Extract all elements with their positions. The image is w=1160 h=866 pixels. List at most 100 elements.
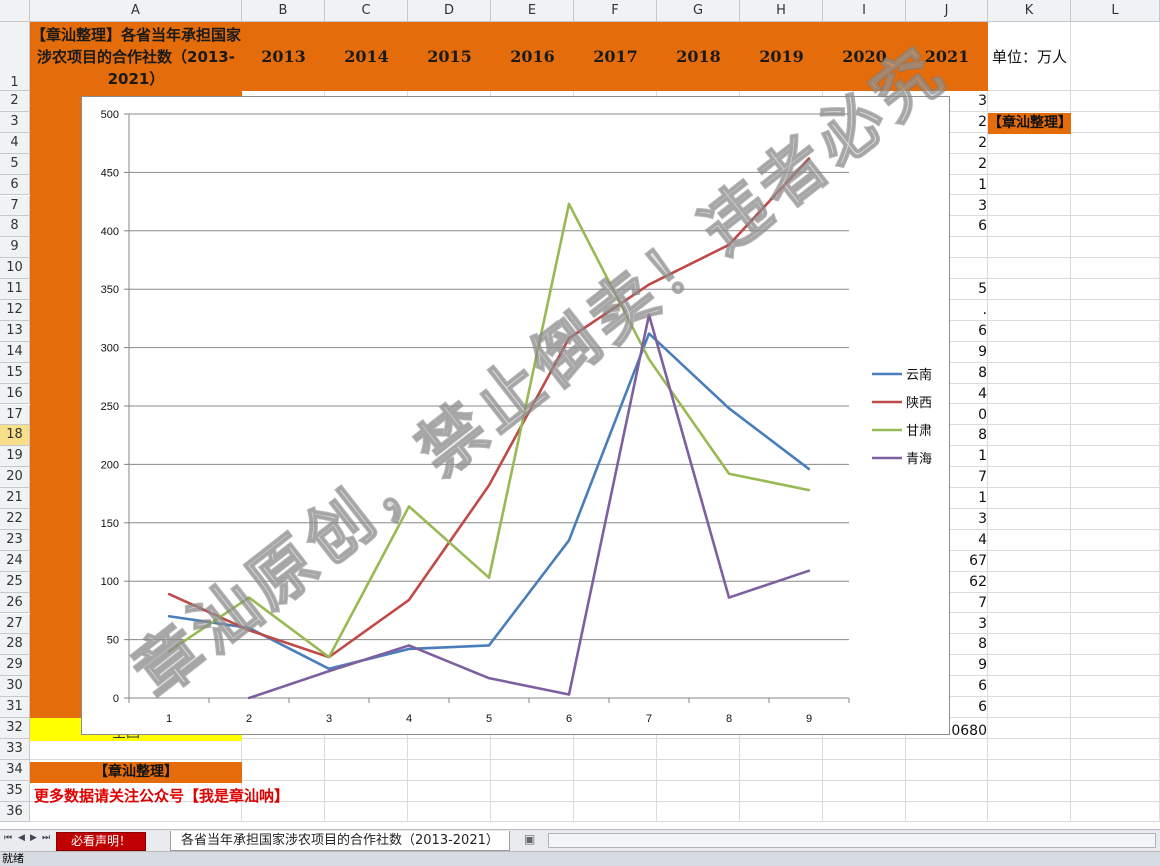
row-header[interactable]: 31: [0, 697, 30, 718]
cell[interactable]: [657, 759, 740, 781]
cell[interactable]: [1071, 655, 1160, 677]
row-header[interactable]: 5: [0, 153, 30, 175]
column-header[interactable]: C: [325, 0, 408, 22]
row-header[interactable]: 33: [0, 738, 30, 760]
cell[interactable]: [1071, 22, 1160, 91]
cell[interactable]: [242, 759, 325, 781]
cell[interactable]: [408, 801, 491, 823]
cell[interactable]: [1071, 425, 1160, 447]
row-header[interactable]: 29: [0, 655, 30, 677]
cell[interactable]: [325, 780, 408, 802]
cell[interactable]: [740, 801, 823, 823]
cell[interactable]: [988, 467, 1071, 489]
row-header[interactable]: 26: [0, 592, 30, 614]
cell[interactable]: [325, 801, 408, 823]
cell[interactable]: [1071, 237, 1160, 259]
row-header[interactable]: 34: [0, 759, 30, 781]
cell[interactable]: [1071, 216, 1160, 238]
cell[interactable]: [988, 132, 1071, 154]
cell[interactable]: [906, 738, 988, 760]
row-header[interactable]: 21: [0, 488, 30, 509]
cell[interactable]: [1071, 153, 1160, 175]
cell[interactable]: [574, 801, 657, 823]
cell[interactable]: [988, 759, 1071, 781]
row-header[interactable]: 9: [0, 237, 30, 259]
cell[interactable]: [988, 509, 1071, 530]
row-header[interactable]: 27: [0, 613, 30, 635]
cell[interactable]: [988, 404, 1071, 426]
column-header[interactable]: J: [906, 0, 988, 22]
cell[interactable]: [988, 383, 1071, 405]
cell[interactable]: [988, 550, 1071, 572]
cell[interactable]: [988, 780, 1071, 802]
cell[interactable]: [657, 780, 740, 802]
cell[interactable]: [574, 759, 657, 781]
cell[interactable]: [1071, 467, 1160, 489]
column-header[interactable]: G: [657, 0, 740, 22]
cell[interactable]: [988, 91, 1071, 112]
cell[interactable]: [1071, 362, 1160, 384]
row-header[interactable]: 14: [0, 341, 30, 363]
cell[interactable]: [1071, 571, 1160, 593]
cell[interactable]: [1071, 91, 1160, 112]
last-sheet-icon[interactable]: ⏭: [42, 833, 50, 843]
cell[interactable]: [574, 738, 657, 760]
cell[interactable]: [1071, 300, 1160, 321]
cell[interactable]: [988, 613, 1071, 635]
cell[interactable]: [1071, 697, 1160, 718]
cell[interactable]: [1071, 759, 1160, 781]
row-header[interactable]: 18: [0, 425, 30, 447]
cell[interactable]: [1071, 801, 1160, 823]
cell[interactable]: [988, 571, 1071, 593]
row-header[interactable]: 1: [0, 22, 30, 91]
cell[interactable]: [574, 780, 657, 802]
row-header[interactable]: 36: [0, 801, 30, 823]
cell[interactable]: [408, 780, 491, 802]
cell[interactable]: [988, 655, 1071, 677]
row-header[interactable]: 19: [0, 446, 30, 468]
cell[interactable]: [1071, 195, 1160, 217]
cell[interactable]: [823, 759, 906, 781]
column-header[interactable]: E: [491, 0, 574, 22]
column-header[interactable]: K: [988, 0, 1071, 22]
cell[interactable]: [242, 738, 325, 760]
cell[interactable]: [1071, 529, 1160, 551]
select-all-corner[interactable]: [0, 0, 30, 22]
cell[interactable]: [1071, 509, 1160, 530]
row-header[interactable]: 15: [0, 362, 30, 384]
cell[interactable]: [1071, 488, 1160, 509]
cell[interactable]: [408, 759, 491, 781]
tab-data-sheet[interactable]: 各省当年承担国家涉农项目的合作社数（2013-2021）: [170, 831, 510, 851]
cell[interactable]: [988, 634, 1071, 656]
cell[interactable]: [1071, 132, 1160, 154]
cell[interactable]: [988, 174, 1071, 196]
cell[interactable]: [988, 237, 1071, 259]
cell[interactable]: [988, 341, 1071, 363]
cell[interactable]: [988, 446, 1071, 468]
next-sheet-icon[interactable]: ▶: [30, 833, 37, 843]
horizontal-scrollbar[interactable]: [548, 833, 1156, 848]
row-header[interactable]: 13: [0, 320, 30, 342]
cell[interactable]: [988, 738, 1071, 760]
cell[interactable]: [988, 425, 1071, 447]
cell[interactable]: [906, 780, 988, 802]
cell[interactable]: [325, 759, 408, 781]
cell[interactable]: [491, 801, 574, 823]
cell[interactable]: [1071, 446, 1160, 468]
row-header[interactable]: 10: [0, 258, 30, 280]
row-header[interactable]: 6: [0, 174, 30, 196]
cell[interactable]: [325, 738, 408, 760]
cell[interactable]: [1071, 613, 1160, 635]
row-header[interactable]: 7: [0, 195, 30, 217]
cell[interactable]: [823, 801, 906, 823]
cell[interactable]: [740, 780, 823, 802]
cell[interactable]: [740, 759, 823, 781]
cell[interactable]: [988, 676, 1071, 698]
row-header[interactable]: 11: [0, 279, 30, 300]
row-header[interactable]: 28: [0, 634, 30, 656]
cell[interactable]: [988, 592, 1071, 614]
cell[interactable]: [1071, 341, 1160, 363]
cell[interactable]: [988, 279, 1071, 300]
cell[interactable]: [988, 529, 1071, 551]
cell[interactable]: [988, 320, 1071, 342]
